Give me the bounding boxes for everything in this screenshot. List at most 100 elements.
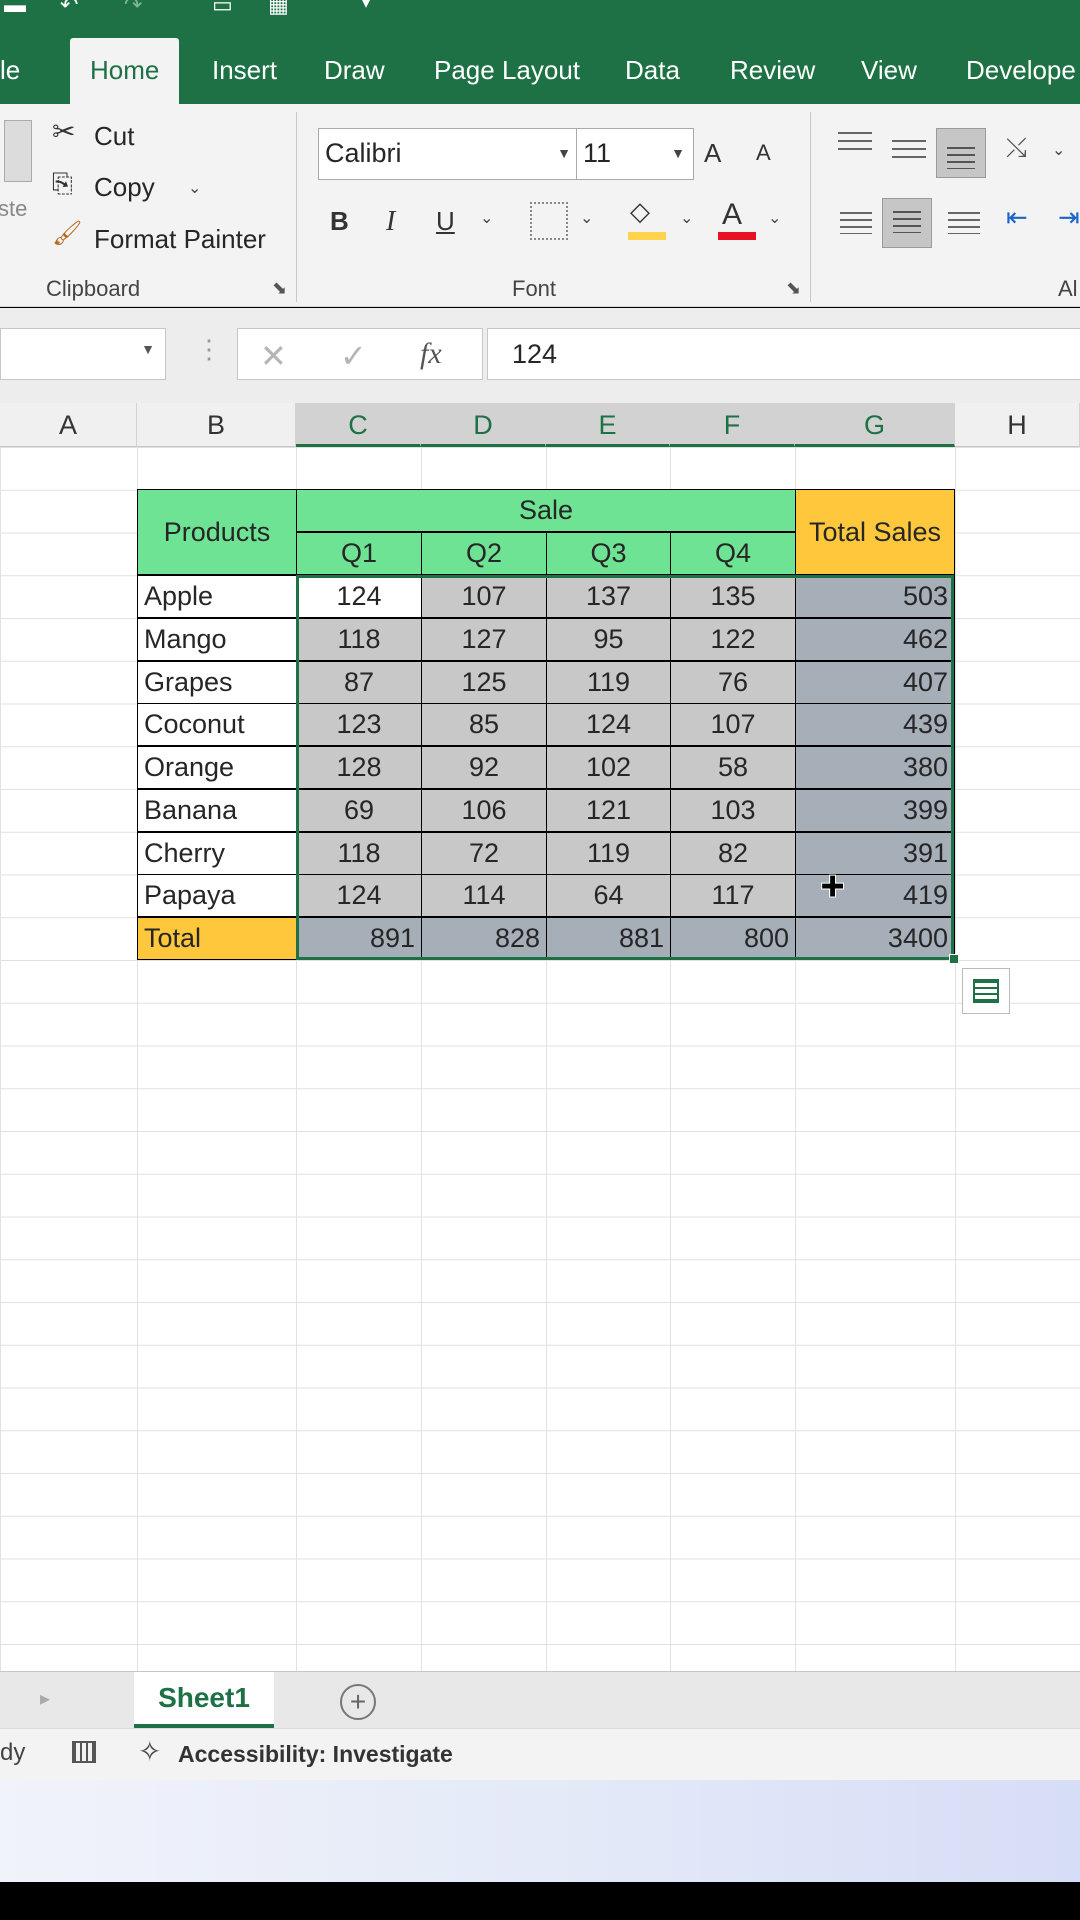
underline-button[interactable]: U	[436, 208, 455, 234]
quarter-cell[interactable]: 119	[546, 660, 671, 704]
total-label-cell[interactable]: Total	[137, 917, 297, 960]
total-sales-cell[interactable]: 503	[795, 575, 955, 618]
tab-developer[interactable]: Develope	[966, 36, 1076, 104]
quarter-cell[interactable]: 85	[421, 703, 547, 747]
grand-total-cell[interactable]: 3400	[795, 917, 955, 960]
quarter-cell[interactable]: 124	[546, 703, 671, 747]
name-box-dropdown-icon[interactable]: ▼	[141, 341, 155, 357]
active-cell[interactable]: 124	[296, 575, 422, 618]
tab-data[interactable]: Data	[625, 36, 680, 104]
fill-color-icon[interactable]: ◇	[630, 198, 650, 224]
shrink-font-icon[interactable]: A	[756, 142, 771, 164]
copy-button[interactable]: Copy	[94, 172, 155, 203]
format-painter-button[interactable]: Format Painter	[94, 224, 266, 255]
orientation-dropdown-icon[interactable]: ⌄	[1052, 140, 1065, 160]
quarter-cell[interactable]: 103	[670, 788, 796, 832]
product-cell[interactable]: Grapes	[137, 660, 297, 704]
quarter-cell[interactable]: 76	[670, 660, 796, 704]
total-sales-cell[interactable]: 462	[795, 617, 955, 661]
quarter-cell[interactable]: 92	[421, 746, 547, 789]
tab-review[interactable]: Review	[730, 36, 815, 104]
cancel-icon[interactable]: ✕	[260, 337, 287, 375]
column-header-a[interactable]: A	[0, 403, 137, 447]
scroll-tabs-icon[interactable]: ▸	[40, 1686, 50, 1711]
sheet-tab-sheet1[interactable]: Sheet1	[134, 1672, 274, 1728]
quarter-cell[interactable]: 72	[421, 831, 547, 875]
fill-color-dropdown-icon[interactable]: ⌄	[680, 208, 693, 228]
header-q2[interactable]: Q2	[421, 532, 547, 575]
macro-record-icon[interactable]	[72, 1741, 96, 1763]
borders-icon[interactable]	[530, 202, 568, 240]
tab-page-layout[interactable]: Page Layout	[434, 36, 580, 104]
quarter-cell[interactable]: 107	[670, 703, 796, 747]
quarter-total-cell[interactable]: 828	[421, 917, 547, 960]
tab-file[interactable]: le	[0, 36, 20, 104]
quarter-total-cell[interactable]: 800	[670, 917, 796, 960]
column-header-e[interactable]: E	[546, 403, 670, 447]
total-sales-cell[interactable]: 439	[795, 703, 955, 747]
clipboard-launcher-icon[interactable]: ⬊	[272, 278, 287, 299]
quarter-cell[interactable]: 82	[670, 831, 796, 875]
tab-view[interactable]: View	[861, 36, 917, 104]
quarter-cell[interactable]: 127	[421, 617, 547, 661]
borders-dropdown-icon[interactable]: ⌄	[580, 208, 593, 228]
quarter-cell[interactable]: 114	[421, 874, 547, 918]
font-size-combo[interactable]: 11 ▼	[576, 128, 694, 180]
header-q3[interactable]: Q3	[546, 532, 671, 575]
accessibility-status[interactable]: Accessibility: Investigate	[178, 1741, 453, 1768]
undo-icon[interactable]: ↶	[60, 0, 78, 16]
quarter-total-cell[interactable]: 881	[546, 917, 671, 960]
total-sales-cell[interactable]: 399	[795, 788, 955, 832]
font-color-dropdown-icon[interactable]: ⌄	[768, 208, 781, 228]
quarter-cell[interactable]: 106	[421, 788, 547, 832]
product-cell[interactable]: Apple	[137, 575, 297, 618]
quick-analysis-button[interactable]	[962, 968, 1010, 1014]
print-preview-icon[interactable]: ▭	[212, 0, 233, 16]
product-cell[interactable]: Orange	[137, 746, 297, 789]
product-cell[interactable]: Banana	[137, 788, 297, 832]
header-sale[interactable]: Sale	[296, 489, 796, 532]
tab-home[interactable]: Home	[70, 38, 180, 104]
product-cell[interactable]: Papaya	[137, 874, 297, 918]
quarter-cell[interactable]: 125	[421, 660, 547, 704]
quarter-cell[interactable]: 64	[546, 874, 671, 918]
middle-align-icon[interactable]	[892, 140, 926, 160]
column-header-d[interactable]: D	[421, 403, 546, 447]
quarter-cell[interactable]: 122	[670, 617, 796, 661]
orientation-icon[interactable]: ⤯	[1006, 134, 1027, 160]
header-q1[interactable]: Q1	[296, 532, 422, 575]
name-box[interactable]: ▼	[0, 328, 166, 380]
quarter-cell[interactable]: 102	[546, 746, 671, 789]
quarter-cell[interactable]: 135	[670, 575, 796, 618]
formula-input[interactable]: 124	[487, 328, 1080, 380]
insert-function-button[interactable]: fx	[420, 337, 442, 371]
bottom-align-button[interactable]	[936, 128, 986, 178]
fill-handle[interactable]	[949, 954, 959, 964]
copy-dropdown-icon[interactable]: ⌄	[188, 178, 201, 198]
total-sales-cell[interactable]: 419	[795, 874, 955, 918]
font-size-dropdown-icon[interactable]: ▼	[671, 129, 685, 177]
quarter-cell[interactable]: 117	[670, 874, 796, 918]
sort-icon[interactable]: ▦	[268, 0, 289, 16]
quarter-cell[interactable]: 123	[296, 703, 422, 747]
tab-insert[interactable]: Insert	[212, 36, 277, 104]
product-cell[interactable]: Mango	[137, 617, 297, 661]
align-center-button[interactable]	[882, 198, 932, 248]
total-sales-cell[interactable]: 380	[795, 746, 955, 789]
product-cell[interactable]: Cherry	[137, 831, 297, 875]
quarter-cell[interactable]: 118	[296, 617, 422, 661]
total-sales-cell[interactable]: 391	[795, 831, 955, 875]
quarter-cell[interactable]: 128	[296, 746, 422, 789]
paste-button[interactable]: ste	[0, 196, 27, 222]
align-right-icon[interactable]	[948, 212, 980, 234]
font-name-combo[interactable]: Calibri ▼	[318, 128, 580, 180]
tab-draw[interactable]: Draw	[324, 36, 385, 104]
underline-dropdown-icon[interactable]: ⌄	[480, 208, 493, 228]
column-header-c[interactable]: C	[296, 403, 421, 447]
italic-button[interactable]: I	[386, 208, 395, 236]
save-icon[interactable]: ▬	[4, 0, 26, 16]
column-header-b[interactable]: B	[137, 403, 296, 447]
quarter-cell[interactable]: 124	[296, 874, 422, 918]
quarter-cell[interactable]: 95	[546, 617, 671, 661]
bold-button[interactable]: B	[330, 208, 349, 234]
